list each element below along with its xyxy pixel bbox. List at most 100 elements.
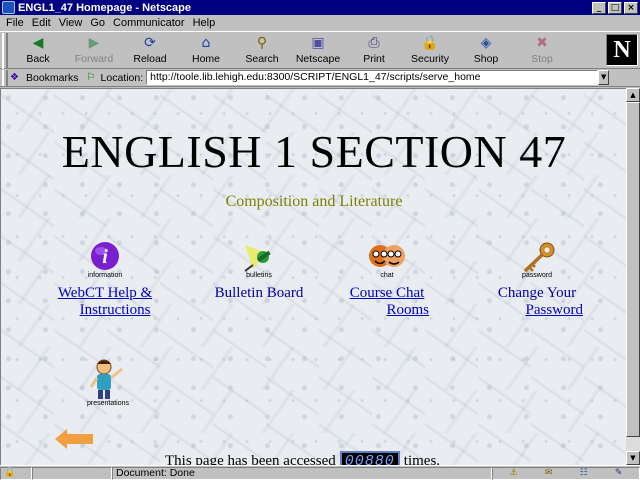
- information-icon[interactable]: i: [87, 241, 123, 273]
- toolbar-label: Netscape: [295, 53, 341, 65]
- progress-cell: [32, 466, 112, 480]
- course-chat-link[interactable]: Course Chat: [350, 285, 425, 301]
- toolbar-security-button[interactable]: 🔒 Security: [402, 32, 458, 68]
- netscape-app-icon: [2, 1, 15, 14]
- presentations-caption: presentations: [86, 400, 130, 407]
- navigation-toolbar: ◀ Back ▶ Forward ⟳ Reload ⌂ Home ⚲ Search ▣ Netscap…: [0, 31, 640, 69]
- security-lock-icon[interactable]: 🔓: [4, 468, 15, 478]
- bulletins-caption: bulletins: [246, 272, 272, 279]
- menu-bar: File Edit View Go Communicator Help: [0, 15, 640, 31]
- location-bar-grip[interactable]: [2, 69, 8, 86]
- toolbar-label: Stop: [531, 53, 553, 65]
- security-status-cell[interactable]: 🔓: [0, 466, 32, 480]
- back-arrow-icon: ◀: [32, 35, 44, 51]
- reload-icon: ⟳: [144, 35, 156, 51]
- presentations-link-block: presentations: [81, 355, 135, 407]
- url-dropdown-button[interactable]: ▼: [598, 70, 610, 85]
- password-key-icon[interactable]: [517, 241, 557, 273]
- change-your-link[interactable]: Change Your: [498, 285, 576, 301]
- counter-suffix: times.: [403, 453, 441, 465]
- toolbar-print-button[interactable]: ⎙ Print: [346, 32, 402, 68]
- presenter-icon[interactable]: [88, 357, 128, 401]
- page-title: ENGLISH 1 SECTION 47: [61, 126, 567, 177]
- menu-view[interactable]: View: [55, 17, 87, 29]
- scroll-up-button[interactable]: ▲: [626, 88, 640, 102]
- toolbar-reload-button[interactable]: ⟳ Reload: [122, 32, 178, 68]
- access-counter-line: This page has been accessed 00880 times.: [165, 451, 440, 465]
- toolbar-label: Home: [191, 53, 220, 65]
- scroll-thumb[interactable]: [626, 102, 640, 437]
- toolbar-label: Back: [26, 53, 50, 65]
- bookmarks-button[interactable]: Bookmarks: [26, 72, 79, 84]
- toolbar-label: Search: [245, 53, 279, 65]
- menu-edit[interactable]: Edit: [28, 17, 55, 29]
- netscape-logo[interactable]: N: [606, 34, 638, 66]
- toolbar-label: Forward: [74, 53, 114, 65]
- vertical-scrollbar[interactable]: ▲ ▼: [626, 88, 640, 465]
- toolbar-label: Security: [411, 53, 449, 65]
- window-title: ENGL1_47 Homepage - Netscape: [18, 1, 192, 14]
- menu-go[interactable]: Go: [86, 17, 109, 29]
- back-arrow-icon[interactable]: [55, 429, 93, 449]
- chat-faces-icon[interactable]: [367, 241, 407, 273]
- password-link-block: password Change Your Password: [491, 239, 583, 319]
- bulletin-pushpin-icon[interactable]: [239, 239, 279, 273]
- menu-file[interactable]: File: [2, 17, 28, 29]
- composer-icon[interactable]: ✎: [615, 468, 623, 478]
- information-caption: information: [87, 272, 123, 279]
- webct-help-link[interactable]: WebCT Help &: [58, 285, 152, 301]
- bulletin-link-block: bulletins Bulletin Board: [207, 239, 311, 302]
- location-bar: ❖ Bookmarks ⚐ Location: http://toole.lib…: [0, 69, 640, 87]
- close-button[interactable]: ×: [624, 1, 638, 14]
- maximize-button[interactable]: □: [608, 1, 622, 14]
- page-proxy-icon[interactable]: ⚐: [87, 72, 101, 83]
- status-bar: 🔓 Document: Done ⚓ ✉ ☷ ✎: [0, 465, 640, 480]
- page-subtitle: Composition and Literature: [225, 193, 403, 210]
- menu-communicator[interactable]: Communicator: [109, 17, 189, 29]
- shop-icon: ◈: [480, 35, 492, 51]
- toolbar-label: Print: [363, 53, 385, 65]
- toolbar-back-button[interactable]: ◀ Back: [10, 32, 66, 68]
- toolbar-shop-button[interactable]: ◈ Shop: [458, 32, 514, 68]
- toolbar-home-button[interactable]: ⌂ Home: [178, 32, 234, 68]
- toolbar-forward-button[interactable]: ▶ Forward: [66, 32, 122, 68]
- toolbar-grip[interactable]: [2, 33, 8, 69]
- password-link[interactable]: Password: [525, 302, 583, 318]
- mail-icon[interactable]: ✉: [545, 468, 553, 478]
- stop-icon: ✖: [536, 35, 548, 51]
- netscape-icon: ▣: [311, 35, 325, 51]
- counter-prefix: This page has been accessed: [165, 453, 336, 465]
- search-icon: ⚲: [256, 35, 268, 51]
- navigator-icon[interactable]: ⚓: [510, 468, 518, 478]
- component-bar: ⚓ ✉ ☷ ✎: [492, 466, 640, 480]
- toolbar-stop-button[interactable]: ✖ Stop: [514, 32, 570, 68]
- print-icon: ⎙: [368, 35, 380, 51]
- toolbar-search-button[interactable]: ⚲ Search: [234, 32, 290, 68]
- chat-link-block: chat Course Chat Rooms: [345, 239, 429, 319]
- chat-rooms-link[interactable]: Rooms: [386, 302, 429, 318]
- page-content: ENGLISH 1 SECTION 47 Composition and Lit…: [0, 88, 626, 465]
- minimize-button[interactable]: _: [592, 1, 606, 14]
- password-caption: password: [522, 272, 552, 279]
- status-text-cell: Document: Done: [112, 466, 492, 480]
- discussions-icon[interactable]: ☷: [580, 468, 588, 478]
- webct-instructions-link[interactable]: Instructions: [80, 302, 151, 318]
- toolbar-netscape-button[interactable]: ▣ Netscape: [290, 32, 346, 68]
- toolbar-label: Reload: [133, 53, 167, 65]
- url-field[interactable]: http://toole.lib.lehigh.edu:8300/SCRIPT/…: [146, 70, 599, 85]
- chat-caption: chat: [380, 272, 394, 279]
- menu-help[interactable]: Help: [189, 17, 220, 29]
- toolbar-label: Shop: [473, 53, 499, 65]
- forward-arrow-icon: ▶: [88, 35, 100, 51]
- home-icon: ⌂: [201, 35, 211, 51]
- lock-icon: 🔒: [421, 35, 439, 51]
- hit-counter: 00880: [339, 451, 400, 465]
- bookmarks-icon[interactable]: ❖: [10, 72, 26, 84]
- help-link-block: i information WebCT Help & Instructions: [51, 239, 159, 319]
- status-text: Document: Done: [116, 467, 195, 479]
- location-label: Location:: [100, 71, 144, 84]
- svg-text:i: i: [102, 246, 108, 268]
- bulletin-board-link[interactable]: Bulletin Board: [215, 285, 304, 301]
- scroll-down-button[interactable]: ▼: [626, 451, 640, 465]
- title-bar: ENGL1_47 Homepage - Netscape _ □ ×: [0, 0, 640, 15]
